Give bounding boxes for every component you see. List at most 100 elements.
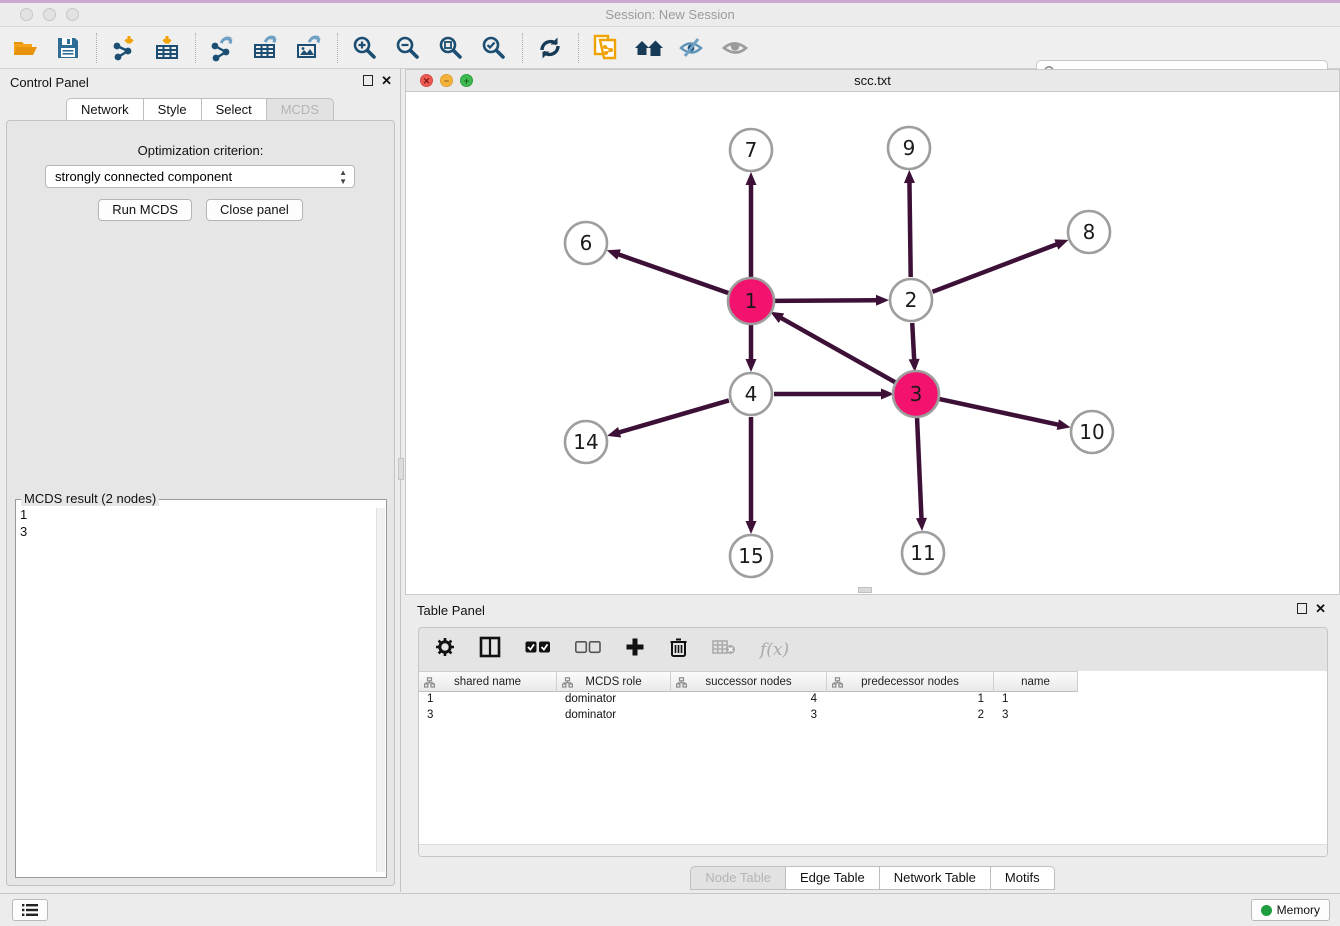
node-label-2: 2: [905, 288, 918, 312]
column-header-predecessor-nodes[interactable]: predecessor nodes: [827, 671, 994, 692]
table-row[interactable]: 3dominator323: [419, 708, 1327, 724]
tab-edge-table[interactable]: Edge Table: [785, 866, 879, 890]
window-title: Session: New Session: [0, 7, 1340, 22]
status-bar: Memory: [0, 893, 1340, 926]
edge-2-9[interactable]: [909, 182, 910, 277]
node-label-3: 3: [910, 382, 923, 406]
show-all-networks-icon[interactable]: [632, 30, 666, 66]
select-all-columns-icon[interactable]: [525, 641, 551, 659]
cell-predecessor-nodes: 1: [827, 692, 994, 708]
save-session-icon[interactable]: [51, 30, 85, 66]
memory-label: Memory: [1277, 903, 1320, 917]
tab-mcds[interactable]: MCDS: [266, 98, 334, 122]
cell-successor-nodes: 4: [671, 692, 827, 708]
float-table-panel-icon[interactable]: [1297, 603, 1307, 614]
edge-1-2[interactable]: [774, 300, 877, 301]
deselect-all-columns-icon[interactable]: [575, 641, 601, 659]
memory-status-icon: [1261, 905, 1272, 916]
result-scrollbar[interactable]: [376, 508, 385, 872]
node-label-1: 1: [745, 289, 758, 313]
table-header-row: shared nameMCDS rolesuccessor nodesprede…: [419, 671, 1327, 692]
node-label-4: 4: [745, 382, 758, 406]
close-table-panel-icon[interactable]: ✕: [1315, 603, 1326, 614]
node-label-7: 7: [745, 138, 758, 162]
node-label-11: 11: [910, 541, 935, 565]
tab-motifs[interactable]: Motifs: [990, 866, 1055, 890]
edge-3-11[interactable]: [917, 417, 921, 519]
zoom-out-icon[interactable]: [391, 30, 425, 66]
control-panel-title: Control Panel: [10, 75, 89, 90]
run-mcds-button[interactable]: Run MCDS: [98, 199, 192, 221]
criterion-select[interactable]: strongly connected component ▲▼: [45, 165, 355, 188]
close-panel-icon[interactable]: ✕: [381, 75, 392, 86]
mcds-panel: Optimization criterion: strongly connect…: [6, 120, 395, 886]
tab-style[interactable]: Style: [143, 98, 201, 122]
table-body: 1dominator4113dominator323: [419, 692, 1327, 724]
task-history-button[interactable]: [12, 899, 48, 921]
table-panel: Table Panel ✕: [405, 598, 1340, 893]
edge-2-3[interactable]: [912, 323, 914, 360]
show-panel-eye-icon[interactable]: [718, 30, 752, 66]
arrowhead-2-8: [1054, 239, 1068, 249]
export-network-icon[interactable]: [206, 30, 240, 66]
export-image-icon[interactable]: [292, 30, 326, 66]
node-label-10: 10: [1079, 420, 1104, 444]
arrowhead-4-15: [746, 521, 757, 534]
show-columns-icon[interactable]: [479, 636, 501, 663]
zoom-fit-icon[interactable]: [434, 30, 468, 66]
network-window-titlebar[interactable]: ✕ − + scc.txt: [406, 70, 1339, 92]
edge-1-6[interactable]: [618, 254, 729, 293]
node-label-9: 9: [903, 136, 916, 160]
export-table-icon[interactable]: [249, 30, 283, 66]
cell-MCDS-role: dominator: [557, 708, 671, 724]
vertical-splitter-handle[interactable]: [398, 458, 404, 480]
zoom-in-icon[interactable]: [348, 30, 382, 66]
horizontal-splitter-handle[interactable]: [858, 587, 872, 593]
edge-3-10[interactable]: [938, 399, 1058, 425]
node-label-15: 15: [738, 544, 763, 568]
import-table-icon[interactable]: [150, 30, 184, 66]
cell-shared-name: 1: [419, 692, 557, 708]
column-header-name[interactable]: name: [994, 671, 1078, 692]
zoom-selected-icon[interactable]: [477, 30, 511, 66]
column-header-successor-nodes[interactable]: successor nodes: [671, 671, 827, 692]
control-panel: Control Panel ✕ NetworkStyleSelectMCDS O…: [0, 69, 401, 892]
network-graph-canvas[interactable]: 7968124314101511: [406, 92, 1339, 594]
table-tabs: Node TableEdge TableNetwork TableMotifs: [405, 866, 1340, 890]
memory-button[interactable]: Memory: [1251, 899, 1330, 921]
apply-layout-icon[interactable]: [533, 30, 567, 66]
tab-network[interactable]: Network: [66, 98, 143, 122]
edge-4-14[interactable]: [619, 400, 729, 432]
duplicate-network-icon[interactable]: [589, 30, 623, 66]
table-horizontal-scrollbar[interactable]: [419, 844, 1327, 856]
table-panel-box: f(x) shared nameMCDS rolesuccessor nodes…: [418, 627, 1328, 857]
delete-table-icon: [712, 639, 736, 660]
close-panel-button[interactable]: Close panel: [206, 199, 303, 221]
edge-3-1[interactable]: [781, 318, 896, 383]
tab-network-table[interactable]: Network Table: [879, 866, 990, 890]
create-column-plus-icon[interactable]: [625, 637, 645, 662]
network-view-window: ✕ − + scc.txt 7968124314101511: [405, 69, 1340, 595]
main-toolbar: [0, 27, 1340, 69]
node-table: shared nameMCDS rolesuccessor nodesprede…: [419, 671, 1327, 846]
table-settings-gear-icon[interactable]: [435, 637, 455, 662]
arrowhead-1-4: [746, 359, 757, 372]
tab-select[interactable]: Select: [201, 98, 266, 122]
column-header-MCDS-role[interactable]: MCDS role: [557, 671, 671, 692]
mcds-result-text[interactable]: 1 3: [20, 506, 27, 540]
tab-node-table[interactable]: Node Table: [690, 866, 785, 890]
arrowhead-1-7: [746, 172, 757, 185]
cell-MCDS-role: dominator: [557, 692, 671, 708]
open-session-icon[interactable]: [8, 30, 42, 66]
float-panel-icon[interactable]: [363, 75, 373, 86]
hide-panel-eye-icon[interactable]: [675, 30, 709, 66]
edge-2-8[interactable]: [932, 244, 1057, 292]
arrowhead-1-6: [607, 249, 621, 259]
delete-column-trash-icon[interactable]: [669, 637, 688, 663]
arrowhead-3-11: [916, 518, 927, 531]
table-row[interactable]: 1dominator411: [419, 692, 1327, 708]
import-network-icon[interactable]: [107, 30, 141, 66]
arrowhead-3-10: [1057, 419, 1071, 430]
column-header-shared-name[interactable]: shared name: [419, 671, 557, 692]
function-builder-icon: f(x): [760, 640, 789, 660]
